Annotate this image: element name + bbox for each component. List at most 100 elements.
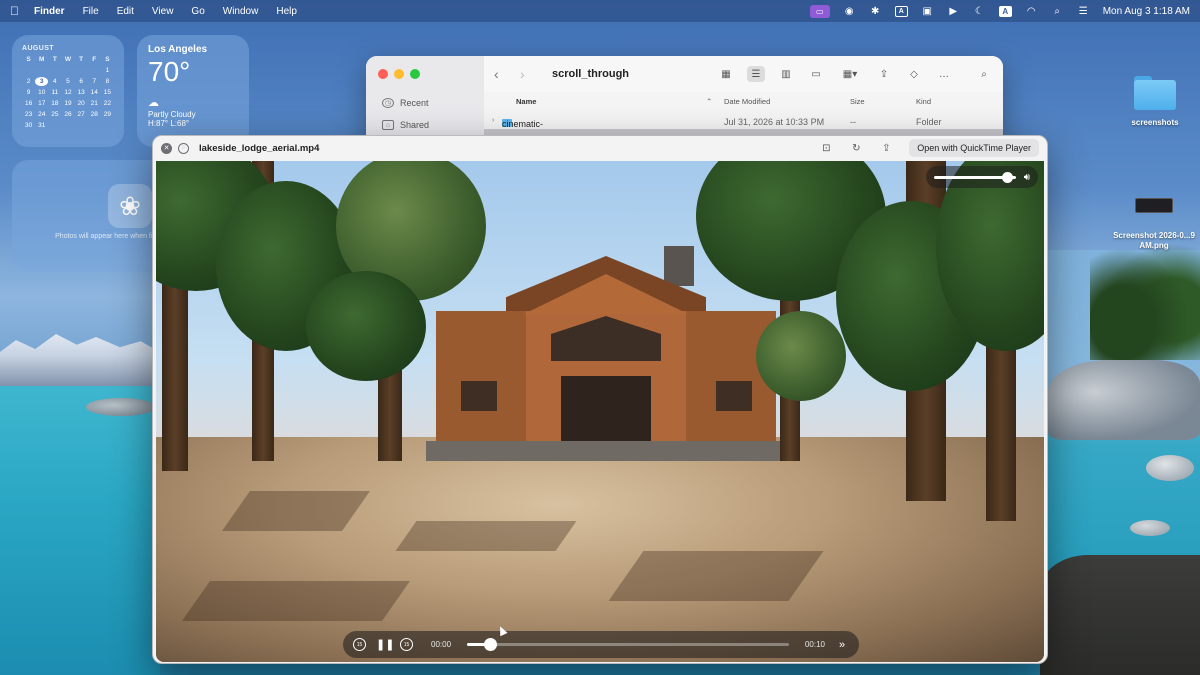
wallpaper-rock — [1130, 520, 1170, 536]
column-date[interactable]: Date Modified — [724, 97, 770, 106]
column-name[interactable]: Name — [516, 97, 536, 106]
share-icon[interactable]: ⇪ — [879, 143, 893, 154]
calendar-day: 21 — [90, 100, 98, 107]
back-button[interactable]: ‹ — [494, 66, 506, 82]
group-by-icon[interactable]: ▦▾ — [837, 66, 863, 82]
share-icon[interactable]: ⇪ — [875, 66, 893, 82]
zoom-button[interactable] — [410, 69, 420, 79]
calendar-day: 26 — [64, 111, 72, 118]
a-box-icon[interactable]: A — [894, 5, 908, 17]
wallpaper-shore — [1040, 555, 1200, 675]
trim-icon[interactable]: ⊡ — [819, 143, 833, 154]
fast-forward-icon[interactable]: » — [835, 639, 849, 651]
wifi-icon[interactable]: ◠ — [1025, 6, 1038, 17]
calendar-day: 5 — [66, 78, 70, 85]
calendar-day: 22 — [103, 100, 112, 107]
wallpaper-boulders — [1048, 360, 1200, 440]
menu-go[interactable]: Go — [191, 6, 204, 17]
record-icon[interactable]: ◉ — [843, 6, 856, 17]
column-view-icon[interactable]: ▥ — [777, 66, 795, 82]
more-icon[interactable]: … — [935, 66, 953, 82]
skip-forward-icon[interactable]: 15 — [400, 638, 413, 651]
disclosure-icon[interactable]: › — [492, 117, 494, 124]
menu-file[interactable]: File — [83, 6, 99, 17]
skip-back-icon[interactable]: 15 — [353, 638, 366, 651]
weather-widget[interactable]: Los Angeles 70° ☁ Partly Cloudy H:87° L:… — [137, 35, 249, 147]
play-circle-icon[interactable]: ▶ — [947, 6, 960, 17]
apple-icon[interactable]:  — [10, 4, 24, 18]
minimize-button[interactable] — [394, 69, 404, 79]
weather-high-low: H:87° L:68° — [148, 119, 190, 128]
volume-control[interactable]: 🔊︎ — [926, 166, 1038, 188]
calendar-day: 20 — [77, 100, 85, 107]
menu-clock[interactable]: Mon Aug 3 1:18 AM — [1103, 6, 1190, 17]
calendar-empty-cell — [22, 66, 35, 75]
sidebar-item-shared[interactable]: ⌂ Shared — [382, 120, 429, 130]
rotate-icon[interactable]: ↻ — [849, 143, 863, 154]
sidebar-item-label: Recent — [400, 98, 429, 108]
playback-scrubber[interactable] — [467, 638, 789, 651]
forward-button[interactable]: › — [520, 66, 532, 82]
quicklook-window[interactable]: ✕ ◌ lakeside_lodge_aerial.mp4 ⊡ ↻ ⇪ Open… — [152, 135, 1048, 664]
calendar-day: 16 — [24, 100, 33, 107]
menu-help[interactable]: Help — [276, 6, 297, 17]
gallery-view-icon[interactable]: ▭ — [807, 66, 825, 82]
weekday-label: T — [79, 56, 84, 63]
volume-knob[interactable] — [1001, 171, 1013, 183]
file-row[interactable]: › cinematic-scroll Jul 31, 2026 at 10:33… — [484, 115, 1003, 139]
column-kind[interactable]: Kind — [916, 97, 931, 106]
tag-icon[interactable]: ◇ — [905, 66, 923, 82]
current-time: 00:00 — [431, 640, 452, 649]
column-size[interactable]: Size — [850, 97, 865, 106]
screen-mirroring-icon[interactable]: ▭ — [809, 4, 830, 18]
open-with-quicktime-button[interactable]: Open with QuickTime Player — [909, 139, 1039, 157]
menu-bar:  Finder File Edit View Go Window Help ▭… — [0, 0, 1200, 22]
image-file-icon — [1135, 198, 1173, 213]
calendar-day: 25 — [51, 111, 59, 118]
menu-app-name[interactable]: Finder — [34, 6, 65, 17]
scrubber-knob[interactable] — [483, 638, 497, 651]
playback-controls: 15 ❚❚ 15 00:00 00:10 » — [343, 631, 859, 658]
moon-icon[interactable]: ☾ — [973, 6, 986, 17]
gear-icon[interactable]: ✱ — [869, 6, 882, 17]
pause-icon[interactable]: ❚❚ — [376, 638, 394, 651]
list-view-icon[interactable]: ☰ — [747, 66, 765, 82]
calendar-widget[interactable]: AUGUST S M T W T F S 1 2 3 4 5 6 7 8 9 10 11 12 13 14… — [12, 35, 124, 147]
wallpaper-rocks — [86, 398, 156, 416]
tree-shadow — [395, 521, 577, 551]
wallpaper-mountains — [0, 334, 160, 388]
file-date: Jul 31, 2026 at 10:33 PM — [724, 117, 825, 127]
menu-view[interactable]: View — [152, 6, 174, 17]
input-source-icon[interactable]: A — [998, 5, 1012, 17]
window-controls — [378, 69, 420, 79]
speaker-icon[interactable]: 🔊︎ — [1024, 172, 1030, 183]
quicklook-filename: lakeside_lodge_aerial.mp4 — [199, 142, 320, 154]
calendar-empty-cell — [88, 66, 101, 75]
weekday-label: S — [26, 56, 31, 63]
sidebar-item-recent[interactable]: ◷ Recent — [382, 98, 429, 108]
desktop-folder-screenshots[interactable]: screenshots — [1122, 76, 1188, 127]
weekday-label: W — [64, 56, 72, 63]
search-icon[interactable]: ⌕ — [1051, 6, 1064, 17]
calendar-day: 13 — [77, 89, 85, 96]
menu-edit[interactable]: Edit — [117, 6, 134, 17]
video-frame[interactable]: 🔊︎ 15 ❚❚ 15 00:00 00:10 » — [156, 161, 1044, 662]
quicklook-actions: ⊡ ↻ ⇪ Open with QuickTime Player — [819, 139, 1039, 157]
calendar-day: 24 — [38, 111, 46, 118]
chat-icon[interactable]: ▣ — [921, 6, 934, 17]
partly-cloudy-icon: ☁ — [148, 97, 159, 109]
close-button[interactable] — [378, 69, 388, 79]
column-headers: Name ⌃ Date Modified Size Kind — [484, 92, 1003, 110]
tree-shadow — [608, 551, 824, 601]
menu-window[interactable]: Window — [223, 6, 259, 17]
live-text-icon[interactable]: ◌ — [178, 142, 189, 154]
calendar-empty-cell — [75, 66, 88, 75]
tree-foliage — [306, 271, 426, 381]
desktop-file-screenshot[interactable]: Screenshot 2026-0...9 AM.png — [1108, 198, 1200, 251]
calendar-day: 8 — [105, 78, 110, 85]
icon-view-icon[interactable]: ▦ — [717, 66, 735, 82]
close-icon[interactable]: ✕ — [161, 142, 172, 154]
search-icon[interactable]: ⌕ — [975, 66, 993, 82]
control-center-icon[interactable]: ☰ — [1077, 6, 1090, 17]
volume-slider[interactable] — [934, 171, 1016, 183]
